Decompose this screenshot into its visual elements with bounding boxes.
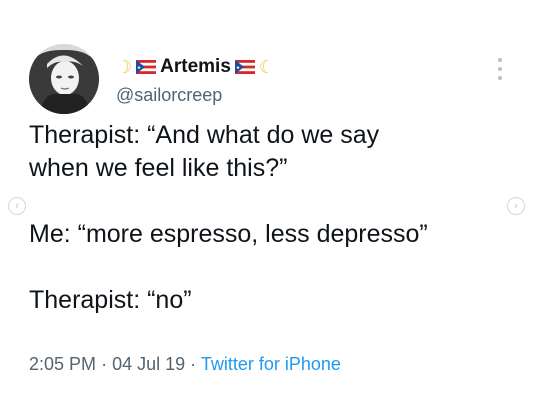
meta-separator: ·	[190, 354, 197, 374]
display-name[interactable]: Artemis	[160, 56, 231, 78]
tweet-time[interactable]: 2:05 PM	[29, 354, 96, 374]
more-dot	[498, 58, 502, 62]
tweet-line: Therapist: “no”	[29, 286, 192, 314]
tweet-line: Therapist: “And what do we say	[29, 121, 380, 149]
more-dot	[498, 76, 502, 80]
tweet-source-link[interactable]: Twitter for iPhone	[201, 354, 341, 374]
meta-separator: ·	[101, 354, 108, 374]
crescent-moon-icon: ☽	[116, 57, 133, 77]
puerto-rico-flag-icon	[234, 60, 255, 74]
crescent-moon-icon: ☾	[258, 57, 276, 77]
user-handle[interactable]: @sailorcreep	[116, 85, 222, 106]
tweet-meta: 2:05 PM · 04 Jul 19 · Twitter for iPhone	[29, 354, 341, 375]
chevron-right-icon[interactable]: ›	[507, 197, 525, 215]
tweet-card: ☽ Artemis ☾ @sailorcreep Therapist: “And…	[0, 0, 542, 401]
tweet-text: Therapist: “And what do we say when we f…	[29, 119, 499, 317]
more-dot	[498, 67, 502, 71]
puerto-rico-flag-icon	[136, 60, 157, 74]
tweet-line: when we feel like this?”	[29, 154, 288, 182]
tweet-date[interactable]: 04 Jul 19	[112, 354, 185, 374]
chevron-left-icon[interactable]: ‹	[8, 197, 26, 215]
tweet-line: Me: “more espresso, less depresso”	[29, 220, 428, 248]
more-vertical-icon[interactable]	[495, 58, 505, 80]
display-name-row[interactable]: ☽ Artemis ☾	[116, 53, 275, 81]
avatar[interactable]	[29, 44, 99, 114]
